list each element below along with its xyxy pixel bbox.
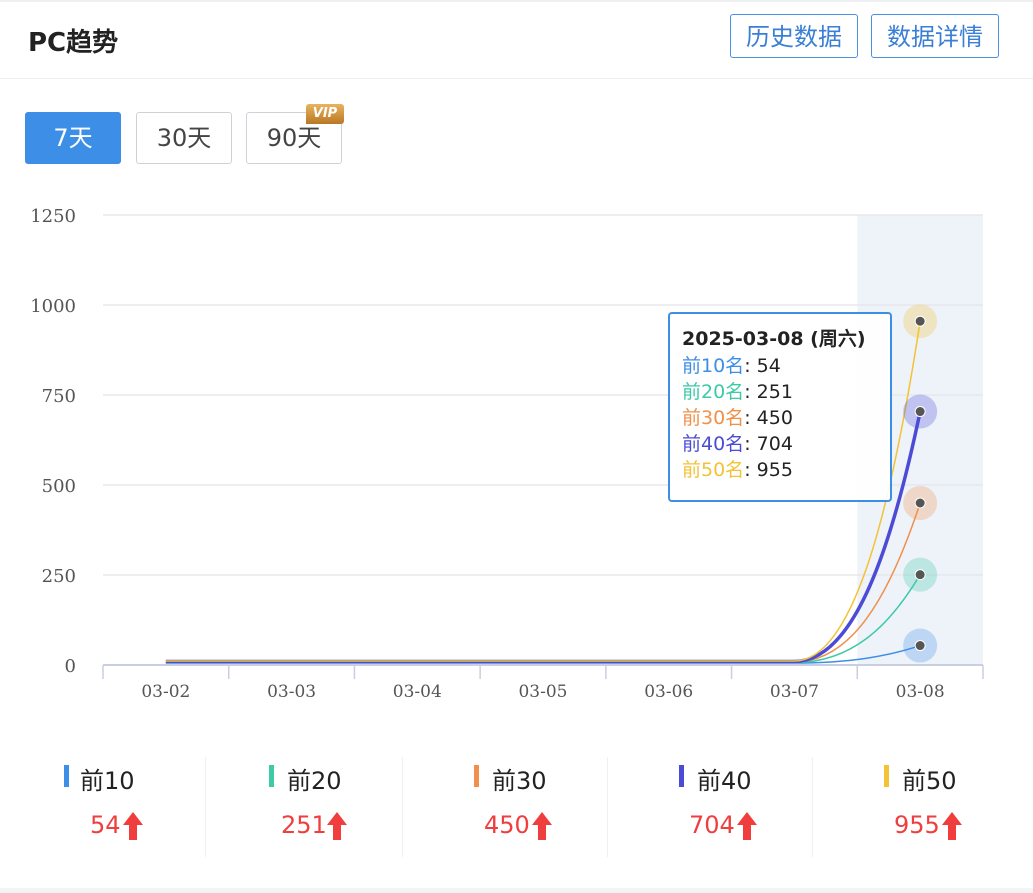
range-7-days-button[interactable]: 7天 bbox=[25, 112, 121, 164]
range-30-days-button[interactable]: 30天 bbox=[136, 112, 232, 164]
arrow-up-icon bbox=[942, 812, 962, 840]
tooltip-row: 前30名: 450 bbox=[682, 407, 793, 429]
tooltip-date: 2025-03-08 (周六) bbox=[682, 328, 866, 350]
y-tick-label: 1000 bbox=[30, 296, 76, 317]
stat-color-marker bbox=[679, 765, 684, 787]
tooltip-series-value: 704 bbox=[756, 433, 793, 455]
tooltip-row: 前20名: 251 bbox=[682, 381, 793, 403]
stat-label: 前30 bbox=[492, 767, 547, 795]
stat-label: 前40 bbox=[697, 767, 752, 795]
arrow-up-icon bbox=[737, 812, 757, 840]
tooltip-series-value: 955 bbox=[756, 459, 793, 481]
stat-color-marker bbox=[64, 765, 69, 787]
page-title: PC趋势 bbox=[28, 28, 119, 58]
series-point bbox=[914, 406, 926, 418]
tooltip-series-label: 前30名 bbox=[682, 407, 745, 429]
series-point bbox=[914, 315, 926, 327]
tooltip-series-label: 前50名 bbox=[682, 459, 745, 481]
y-tick-label: 1250 bbox=[30, 206, 76, 227]
tooltip-series-label: 前10名 bbox=[682, 355, 745, 377]
stat-color-marker bbox=[884, 765, 889, 787]
y-tick-label: 0 bbox=[65, 656, 76, 677]
x-tick-label: 03-08 bbox=[896, 682, 945, 702]
chart-tooltip: 2025-03-08 (周六) 前10名: 54 前20名: 251 前30名:… bbox=[668, 312, 892, 502]
stat-value: 251 bbox=[281, 811, 327, 839]
tooltip-row: 前50名: 955 bbox=[682, 459, 793, 481]
stat-top50: 前50 955 bbox=[812, 757, 1017, 857]
stat-value: 54 bbox=[90, 811, 121, 839]
tooltip-series-label: 前40名 bbox=[682, 433, 745, 455]
x-tick-label: 03-07 bbox=[770, 682, 819, 702]
arrow-up-icon bbox=[532, 812, 552, 840]
tooltip-series-label: 前20名 bbox=[682, 381, 745, 403]
stat-label: 前50 bbox=[902, 767, 957, 795]
vip-badge: VIP bbox=[306, 104, 344, 124]
series-line bbox=[165, 574, 921, 664]
x-tick-label: 03-04 bbox=[393, 682, 442, 702]
tooltip-row: 前40名: 704 bbox=[682, 433, 793, 455]
x-tick-label: 03-06 bbox=[644, 682, 693, 702]
tooltip-row: 前10名: 54 bbox=[682, 355, 781, 377]
stat-color-marker bbox=[474, 765, 479, 787]
pc-trend-panel: PC趋势 历史数据 数据详情 7天 30天 90天 VIP 0 250 500 750… bbox=[0, 0, 1033, 888]
stat-top20: 前20 251 bbox=[197, 757, 403, 857]
arrow-up-icon bbox=[327, 812, 347, 840]
stats-summary: 前10 54 前20 251 前30 450 前40 704 前50 955 bbox=[0, 757, 1033, 857]
stat-value: 704 bbox=[689, 811, 735, 839]
x-tick-label: 03-02 bbox=[141, 682, 190, 702]
tooltip-series-value: 450 bbox=[756, 407, 793, 429]
history-data-button[interactable]: 历史数据 bbox=[730, 14, 858, 58]
y-tick-label: 750 bbox=[42, 386, 76, 407]
series-point bbox=[914, 569, 926, 581]
stat-label: 前10 bbox=[80, 767, 135, 795]
stat-top10: 前10 54 bbox=[0, 757, 206, 857]
x-tick-label: 03-05 bbox=[518, 682, 567, 702]
x-tick-label: 03-03 bbox=[267, 682, 316, 702]
stat-label: 前20 bbox=[287, 767, 342, 795]
arrow-up-icon bbox=[123, 812, 143, 840]
stat-top40: 前40 704 bbox=[607, 757, 813, 857]
stat-value: 955 bbox=[894, 811, 940, 839]
stat-value: 450 bbox=[484, 811, 530, 839]
data-detail-button[interactable]: 数据详情 bbox=[871, 14, 999, 58]
panel-header: PC趋势 历史数据 数据详情 bbox=[0, 2, 1033, 79]
series-point bbox=[914, 640, 926, 652]
series-point bbox=[914, 497, 926, 509]
tooltip-series-value: 54 bbox=[756, 355, 781, 377]
stat-color-marker bbox=[269, 765, 274, 787]
tooltip-series-value: 251 bbox=[756, 381, 793, 403]
series-line bbox=[165, 502, 921, 663]
stat-top30: 前30 450 bbox=[402, 757, 608, 857]
y-tick-label: 500 bbox=[42, 476, 76, 497]
y-tick-label: 250 bbox=[42, 566, 76, 587]
